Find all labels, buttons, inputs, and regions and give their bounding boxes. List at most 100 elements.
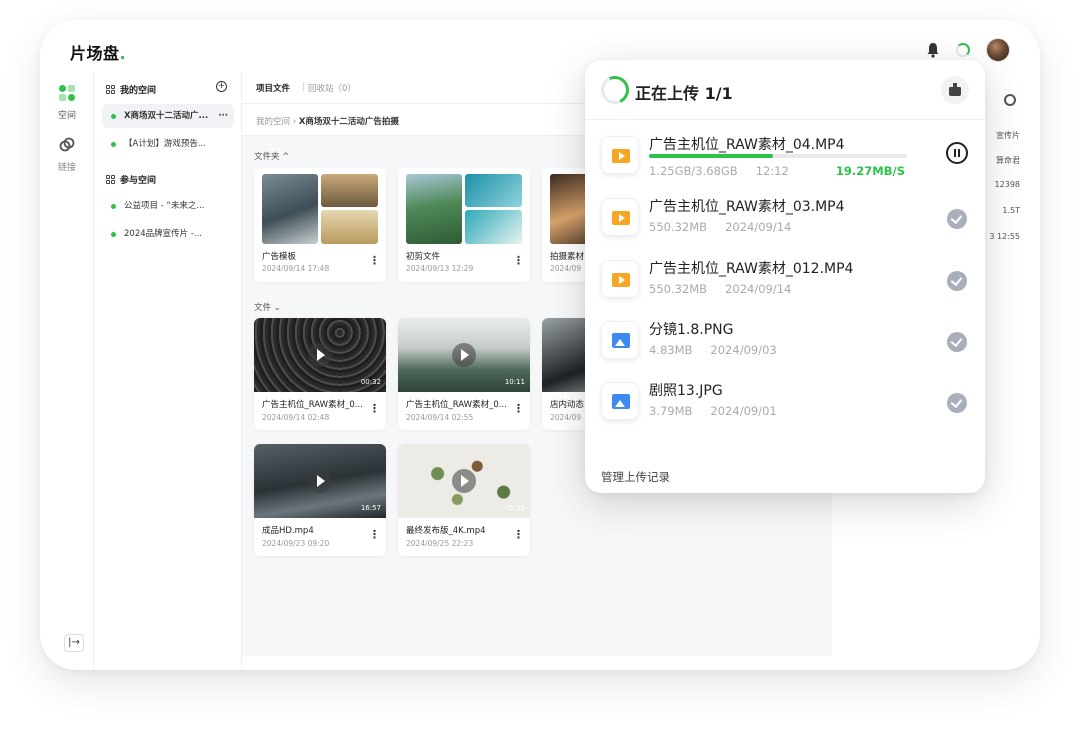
detail-value: 1.5T [1002, 206, 1020, 215]
pause-button[interactable] [946, 142, 968, 164]
play-icon[interactable] [452, 343, 476, 367]
manage-upload-records-link[interactable]: 管理上传记录 [601, 469, 670, 485]
video-file-icon [601, 136, 639, 174]
space-tree: 我的空间 + X商场双十二活动广... ··· 【A计划】游戏预告... 参与空… [94, 72, 242, 670]
play-icon[interactable] [308, 469, 332, 493]
brand-logo[interactable]: 片场盘. [70, 40, 126, 64]
more-options-icon[interactable]: ⋮ [369, 402, 380, 415]
upload-speed: 19.27MB/S [835, 164, 905, 178]
file-card[interactable]: 16:57 成品HD.mp4 2024/09/23 09:20 ⋮ [254, 444, 386, 556]
folders-section-toggle[interactable]: 文件夹 ^ [254, 150, 289, 162]
tab-separator: | [302, 82, 305, 92]
rail-item-link[interactable]: 链接 [40, 136, 94, 173]
play-icon[interactable] [308, 343, 332, 367]
video-duration: 10:11 [504, 378, 525, 386]
gear-icon[interactable] [1004, 94, 1016, 106]
file-card[interactable]: 10:11 广告主机位_RAW素材_0... 2024/09/14 02:55 … [398, 318, 530, 430]
space-icon [59, 85, 75, 101]
file-date: 2024/09/14 02:55 [406, 413, 474, 422]
file-title: 广告主机位_RAW素材_0... [262, 400, 363, 410]
tree-item-label: X商场双十二活动广... [124, 111, 209, 121]
left-rail: 空间 链接 |→ [40, 72, 94, 670]
upload-file-date: 2024/09/03 [710, 343, 777, 357]
my-space-header[interactable]: 我的空间 [106, 83, 156, 96]
play-icon[interactable] [452, 469, 476, 493]
tree-item-label: 公益项目 - “未来之... [124, 201, 205, 211]
breadcrumb-current: X商场双十二活动广告拍摄 [298, 117, 399, 127]
file-date: 2024/09 [550, 413, 582, 422]
folder-card[interactable]: 广告模板 2024/09/14 17:48 ⋮ [254, 168, 386, 282]
done-check-icon [947, 271, 967, 291]
detail-value: 3 12:55 [989, 232, 1020, 241]
more-icon[interactable]: ··· [218, 104, 228, 128]
avatar[interactable] [986, 38, 1010, 62]
upload-item: 广告主机位_RAW素材_04.MP4 1.25GB/3.68GB 12:12 19… [585, 126, 985, 188]
status-dot [111, 142, 116, 147]
upload-file-meta: 550.32MB 2024/09/14 [649, 220, 809, 234]
tree-item-label: 【A计划】游戏预告... [124, 139, 206, 149]
tree-item-x-mall[interactable]: X商场双十二活动广... ··· [102, 104, 234, 128]
breadcrumb-root[interactable]: 我的空间 [256, 117, 290, 127]
folder-date: 2024/09/13 12:29 [406, 264, 474, 273]
upload-file-date: 2024/09/01 [710, 404, 777, 418]
upload-panel: 正在上传 1/1 广告主机位_RAW素材_04.MP4 1.25GB/3.68G… [585, 60, 985, 493]
folder-thumbnail [398, 168, 530, 244]
folder-thumbnail [254, 168, 386, 244]
detail-value: 算命君 [996, 156, 1020, 165]
tree-item-brand-2024[interactable]: 2024品牌宣传片 -... [102, 222, 234, 246]
image-file-icon [601, 382, 639, 420]
upload-file-size: 550.32MB [649, 282, 708, 296]
tree-item-plan-a[interactable]: 【A计划】游戏预告... [102, 132, 234, 156]
status-dot [111, 232, 116, 237]
upload-item: 剧照13.JPG 3.79MB 2024/09/01 [585, 372, 985, 434]
upload-progress-fill [649, 154, 773, 158]
collapse-sidebar-button[interactable]: |→ [64, 634, 84, 652]
clear-records-button[interactable] [941, 76, 969, 104]
more-options-icon[interactable]: ⋮ [513, 402, 524, 415]
more-options-icon[interactable]: ⋮ [369, 528, 380, 541]
files-section-toggle[interactable]: 文件 ⌄ [254, 301, 281, 313]
bell-icon[interactable] [926, 42, 940, 58]
video-file-icon [601, 198, 639, 236]
folder-date: 2024/09/14 17:48 [262, 264, 330, 273]
tab-recycle-bin[interactable]: 回收站（0） [308, 82, 356, 94]
more-options-icon[interactable]: ⋮ [369, 254, 380, 267]
file-title: 最终发布版_4K.mp4 [406, 526, 486, 536]
breadcrumb-separator: › [292, 117, 297, 127]
folder-card[interactable]: 初剪文件 2024/09/13 12:29 ⋮ [398, 168, 530, 282]
detail-value: 12398 [994, 180, 1020, 189]
upload-file-name: 广告主机位_RAW素材_012.MP4 [649, 261, 854, 277]
upload-file-name: 剧照13.JPG [649, 383, 723, 399]
folder-date: 2024/09 [550, 264, 582, 273]
upload-file-meta: 4.83MB 2024/09/03 [649, 343, 795, 357]
video-duration: 16:57 [360, 504, 381, 512]
upload-progress-icon[interactable] [956, 43, 970, 57]
file-card[interactable]: 00:32 广告主机位_RAW素材_0... 2024/09/14 02:48 … [254, 318, 386, 430]
joined-space-header[interactable]: 参与空间 [106, 173, 156, 186]
upload-panel-title: 正在上传 1/1 [635, 84, 733, 103]
upload-file-meta: 550.32MB 2024/09/14 [649, 282, 809, 296]
upload-item: 广告主机位_RAW素材_03.MP4 550.32MB 2024/09/14 [585, 188, 985, 250]
more-options-icon[interactable]: ⋮ [513, 254, 524, 267]
image-file-icon [601, 321, 639, 359]
tree-item-charity[interactable]: 公益项目 - “未来之... [102, 194, 234, 218]
file-date: 2024/09/14 02:48 [262, 413, 330, 422]
done-check-icon [947, 332, 967, 352]
upload-file-name: 分镜1.8.PNG [649, 322, 734, 338]
joined-space-label: 参与空间 [120, 176, 157, 186]
upload-file-size: 1.25GB/3.68GB [649, 164, 738, 178]
video-file-icon [601, 260, 639, 298]
file-title: 广告主机位_RAW素材_0... [406, 400, 507, 410]
rail-item-space[interactable]: 空间 [40, 84, 94, 121]
upload-file-size: 3.79MB [649, 404, 693, 418]
detail-value: 宣传片 [996, 131, 1020, 140]
rail-space-label: 空间 [57, 111, 76, 121]
folder-title: 初剪文件 [406, 252, 441, 262]
upload-file-size: 4.83MB [649, 343, 693, 357]
file-card[interactable]: 05:35 最终发布版_4K.mp4 2024/09/25 22:23 ⋮ [398, 444, 530, 556]
tab-project-files[interactable]: 项目文件 [256, 82, 290, 94]
more-options-icon[interactable]: ⋮ [513, 528, 524, 541]
file-date: 2024/09/23 09:20 [262, 539, 330, 548]
upload-file-date: 2024/09/14 [725, 220, 792, 234]
add-space-button[interactable]: + [216, 81, 227, 92]
